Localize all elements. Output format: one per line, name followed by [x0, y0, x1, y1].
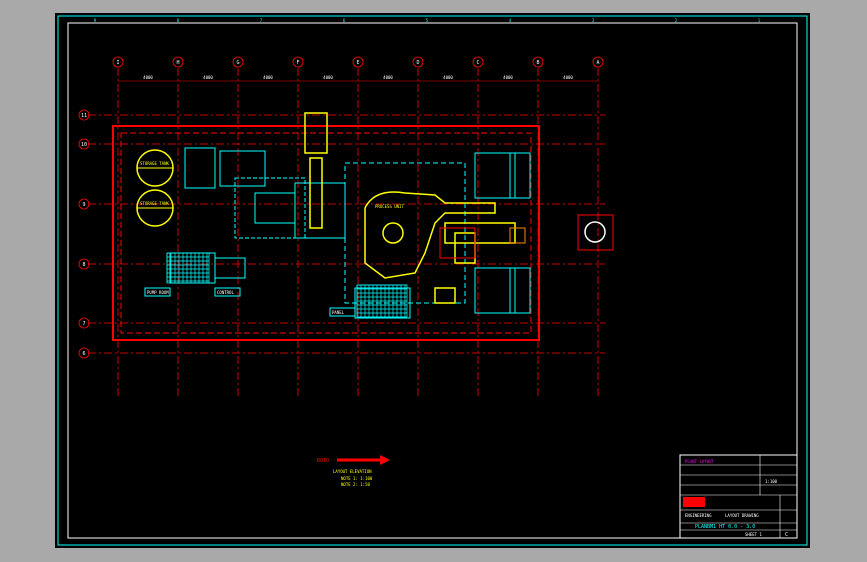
- column-label: B: [536, 60, 539, 66]
- legend: ROTO LAYOUT ELEVATION NOTE 1: 1:100 NOTE…: [317, 455, 390, 487]
- column-grid: I 4000 H 4000 G 4000 F 4000 E 4000 D 4000 C 4000 B 4000…: [112, 56, 604, 398]
- border-tick-label: 2: [675, 18, 678, 23]
- tb-company: ENGINEERING: [685, 513, 712, 518]
- border-tick-label: 3: [592, 18, 595, 23]
- note-line-1: NOTE 1: 1:100: [341, 476, 373, 481]
- column-label: D: [416, 60, 419, 66]
- border-tick-label: 9: [94, 18, 97, 23]
- column-label: C: [476, 60, 479, 66]
- border-ticks: 9 8 7 6 5 4 3 2 1: [94, 18, 761, 23]
- pump-room-label: PUMP ROOM: [147, 290, 169, 295]
- dimension-label: 4000: [443, 75, 453, 80]
- column-label: I: [116, 60, 119, 66]
- dimension-label: 4000: [143, 75, 153, 80]
- row-label: 11: [81, 113, 87, 119]
- process-unit: [304, 112, 516, 304]
- dimension-label: 4000: [563, 75, 573, 80]
- note-line-2: NOTE 2: 1:50: [341, 482, 370, 487]
- drawing-canvas[interactable]: 9 8 7 6 5 4 3 2 1 I 4000 H 4000 G 4000 F 4000 E 4000 D 4000…: [55, 13, 810, 548]
- control-mid-label: PANEL: [332, 310, 345, 315]
- process-unit-label: PROCESS UNIT: [375, 204, 404, 209]
- tb-title: PLANT LAYOUT: [685, 459, 714, 464]
- tb-drawing-number: PLANBM1 HT 0.0 - 3.0: [695, 524, 755, 530]
- dimension-label: 4000: [323, 75, 333, 80]
- border-tick-label: 1: [758, 18, 761, 23]
- title-block: ENGINEERING LAYOUT DRAWING PLANBM1 HT 0.…: [679, 454, 798, 539]
- external-pit-circle: [584, 221, 606, 243]
- tank-1-label: STORAGE TANK: [140, 161, 169, 166]
- tb-sheet: C: [785, 532, 788, 538]
- cad-drawing: 9 8 7 6 5 4 3 2 1 I 4000 H 4000 G 4000 F 4000 E 4000 D 4000…: [57, 15, 808, 546]
- row-label: 10: [81, 142, 87, 148]
- row-label: 9: [82, 202, 85, 208]
- control-left-label: CONTROL: [217, 290, 234, 295]
- tb-project: LAYOUT DRAWING: [725, 513, 759, 518]
- dimension-label: 4000: [203, 75, 213, 80]
- dimension-label: 4000: [383, 75, 393, 80]
- column-label: G: [236, 60, 239, 66]
- row-label: 7: [82, 321, 85, 327]
- tb-sheet-code: SHEET 1: [745, 532, 762, 537]
- column-label: F: [296, 60, 299, 66]
- panel-grids: [166, 252, 408, 318]
- border-tick-label: 7: [260, 18, 263, 23]
- row-label: 6: [82, 351, 85, 357]
- company-logo: [683, 497, 705, 507]
- column-label: H: [176, 60, 179, 66]
- dimension-label: 4000: [503, 75, 513, 80]
- tank-2-label: STORAGE TANK: [140, 201, 169, 206]
- border-tick-label: 5: [426, 18, 429, 23]
- arrow-label: ROTO: [317, 458, 329, 464]
- border-tick-label: 8: [177, 18, 180, 23]
- note-title: LAYOUT ELEVATION: [333, 469, 372, 474]
- tb-scale: 1:100: [765, 479, 778, 484]
- row-label: 8: [82, 262, 85, 268]
- row-grid: 11 10 9 8 7 6: [78, 109, 605, 359]
- column-label: E: [356, 60, 359, 66]
- border-tick-label: 4: [509, 18, 512, 23]
- column-label: A: [596, 60, 599, 66]
- dimension-label: 4000: [263, 75, 273, 80]
- border-tick-label: 6: [343, 18, 346, 23]
- external-pit: [577, 214, 614, 251]
- orange-equipment: [509, 227, 526, 244]
